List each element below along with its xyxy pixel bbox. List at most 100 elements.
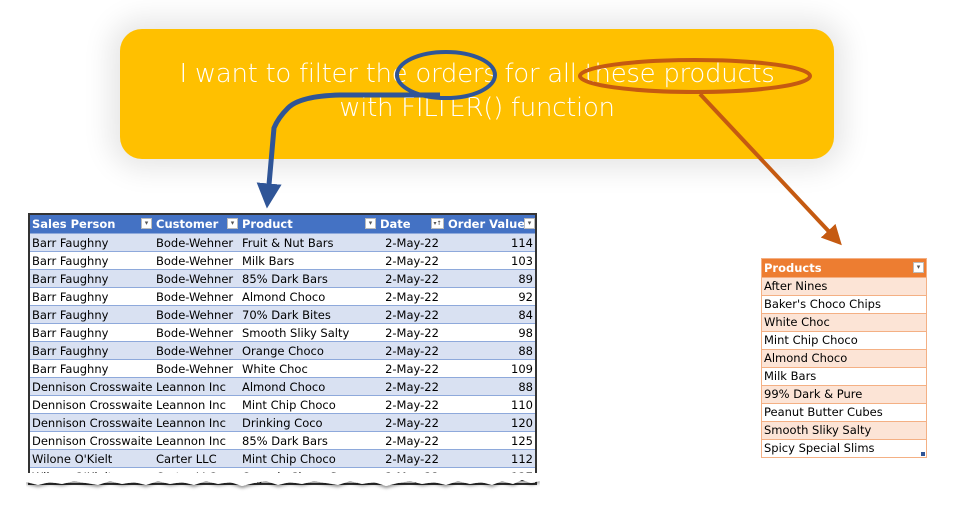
filter-dropdown-icon[interactable]: ▾ xyxy=(524,218,535,229)
cell-customer[interactable]: Bode-Wehner xyxy=(154,233,240,252)
cell-product[interactable]: 85% Dark Bars xyxy=(240,431,378,450)
cell-customer[interactable]: Bode-Wehner xyxy=(154,359,240,378)
table-row: Barr Faughny Bode-Wehner 85% Dark Bars 2-Ma… xyxy=(30,269,535,288)
cell-customer[interactable]: Bode-Wehner xyxy=(154,305,240,324)
cell-sales-person[interactable]: Dennison Crosswaite xyxy=(30,377,154,396)
table-row: Barr Faughny Bode-Wehner Milk Bars 2-May-22… xyxy=(30,251,535,270)
cell-order-value[interactable]: 88 xyxy=(446,377,535,396)
cell-product[interactable]: Almond Choco xyxy=(240,377,378,396)
column-header-product: Product ▾ xyxy=(240,215,378,234)
cell-order-value[interactable]: 112 xyxy=(446,449,535,468)
cell-order-value[interactable]: 120 xyxy=(446,413,535,432)
table-row: Dennison Crosswaite Leannon Inc 85% Dark B… xyxy=(30,431,535,450)
cell-product[interactable]: Fruit & Nut Bars xyxy=(240,233,378,252)
cell-date[interactable]: 2-May-22 xyxy=(378,287,446,306)
filter-dropdown-icon[interactable]: ▾ xyxy=(365,218,376,229)
list-item[interactable]: Baker's Choco Chips xyxy=(762,295,926,313)
cell-order-value[interactable]: 88 xyxy=(446,341,535,360)
list-item[interactable]: Peanut Butter Cubes xyxy=(762,403,926,421)
table-row: Barr Faughny Bode-Wehner White Choc 2-May-2… xyxy=(30,359,535,378)
list-item[interactable]: White Choc xyxy=(762,313,926,331)
cell-customer[interactable]: Carter LLC xyxy=(154,449,240,468)
cell-order-value[interactable]: 125 xyxy=(446,431,535,450)
cell-customer[interactable]: Leannon Inc xyxy=(154,413,240,432)
callout-line-2: with FILTER() function xyxy=(339,93,615,123)
cell-customer[interactable]: Bode-Wehner xyxy=(154,287,240,306)
cell-product[interactable]: Mint Chip Choco xyxy=(240,449,378,468)
cell-product[interactable]: Mint Chip Choco xyxy=(240,395,378,414)
filter-dropdown-icon[interactable]: ▾ xyxy=(227,218,238,229)
cell-product[interactable]: Smooth Sliky Salty xyxy=(240,323,378,342)
cell-order-value[interactable]: 98 xyxy=(446,323,535,342)
cell-sales-person[interactable]: Barr Faughny xyxy=(30,251,154,270)
filter-dropdown-icon[interactable]: ▾ xyxy=(141,218,152,229)
cell-sales-person[interactable]: Dennison Crosswaite xyxy=(30,395,154,414)
cell-date[interactable]: 2-May-22 xyxy=(378,431,446,450)
cell-date[interactable]: 2-May-22 xyxy=(378,449,446,468)
table-row: Barr Faughny Bode-Wehner 70% Dark Bites 2-M… xyxy=(30,305,535,324)
cell-order-value[interactable]: 109 xyxy=(446,359,535,378)
products-column-header: Products ▾ xyxy=(762,259,926,277)
cell-order-value[interactable]: 84 xyxy=(446,305,535,324)
cell-sales-person[interactable]: Barr Faughny xyxy=(30,323,154,342)
table-row: Wilone O'Kielt Carter LLC Mint Chip Choco 2… xyxy=(30,449,535,468)
cell-product[interactable]: Drinking Coco xyxy=(240,413,378,432)
callout-line-1: I want to filter the orders for all thes… xyxy=(179,59,775,89)
cell-order-value[interactable]: 114 xyxy=(446,233,535,252)
cell-customer[interactable]: Leannon Inc xyxy=(154,395,240,414)
cell-customer[interactable]: Leannon Inc xyxy=(154,431,240,450)
column-header-sales-person: Sales Person ▾ xyxy=(30,215,154,234)
cell-order-value[interactable]: 103 xyxy=(446,251,535,270)
cell-product[interactable]: 85% Dark Bars xyxy=(240,269,378,288)
products-table: Products ▾ After Nines Baker's Choco Chip… xyxy=(761,258,927,458)
cell-sales-person[interactable]: Barr Faughny xyxy=(30,287,154,306)
orders-table: Sales Person ▾ Customer ▾ Product ▾ Date… xyxy=(28,213,537,485)
table-row: Barr Faughny Bode-Wehner Fruit & Nut Bars 2… xyxy=(30,233,535,252)
cell-customer[interactable]: Leannon Inc xyxy=(154,377,240,396)
cell-order-value[interactable]: 92 xyxy=(446,287,535,306)
cell-product[interactable]: Orange Choco xyxy=(240,341,378,360)
cell-date[interactable]: 2-May-22 xyxy=(378,341,446,360)
cell-sales-person[interactable]: Barr Faughny xyxy=(30,269,154,288)
cell-date[interactable]: 2-May-22 xyxy=(378,251,446,270)
list-item[interactable]: After Nines xyxy=(762,277,926,295)
cell-date[interactable]: 2-May-22 xyxy=(378,305,446,324)
list-item[interactable]: Spicy Special Slims xyxy=(762,439,926,457)
cell-customer[interactable]: Bode-Wehner xyxy=(154,341,240,360)
cell-date[interactable]: 2-May-22 xyxy=(378,323,446,342)
table-resize-handle[interactable] xyxy=(921,452,925,456)
cell-sales-person[interactable]: Barr Faughny xyxy=(30,233,154,252)
cell-date[interactable]: 2-May-22 xyxy=(378,233,446,252)
sort-ascending-filter-icon[interactable]: ▾↑ xyxy=(431,218,444,229)
instruction-callout: I want to filter the orders for all thes… xyxy=(120,29,834,159)
cell-sales-person[interactable]: Dennison Crosswaite xyxy=(30,413,154,432)
cell-order-value[interactable]: 89 xyxy=(446,269,535,288)
cell-customer[interactable]: Bode-Wehner xyxy=(154,269,240,288)
filter-dropdown-icon[interactable]: ▾ xyxy=(913,262,924,273)
list-item[interactable]: Milk Bars xyxy=(762,367,926,385)
cell-customer[interactable]: Bode-Wehner xyxy=(154,323,240,342)
list-item[interactable]: 99% Dark & Pure xyxy=(762,385,926,403)
cell-sales-person[interactable]: Barr Faughny xyxy=(30,359,154,378)
list-item[interactable]: Mint Chip Choco xyxy=(762,331,926,349)
cell-sales-person[interactable]: Dennison Crosswaite xyxy=(30,431,154,450)
cell-product[interactable]: Milk Bars xyxy=(240,251,378,270)
cell-date[interactable]: 2-May-22 xyxy=(378,395,446,414)
list-item[interactable]: Almond Choco xyxy=(762,349,926,367)
cell-product[interactable]: Almond Choco xyxy=(240,287,378,306)
cell-sales-person[interactable]: Barr Faughny xyxy=(30,341,154,360)
cell-sales-person[interactable]: Wilone O'Kielt xyxy=(30,449,154,468)
cell-date[interactable]: 2-May-22 xyxy=(378,377,446,396)
cell-sales-person[interactable]: Barr Faughny xyxy=(30,305,154,324)
list-item[interactable]: Smooth Sliky Salty xyxy=(762,421,926,439)
column-header-order-value: Order Value ▾ xyxy=(446,215,535,234)
cell-date[interactable]: 2-May-22 xyxy=(378,269,446,288)
cell-date[interactable]: 2-May-22 xyxy=(378,413,446,432)
table-row: Dennison Crosswaite Leannon Inc Drinking C… xyxy=(30,413,535,432)
cell-date[interactable]: 2-May-22 xyxy=(378,359,446,378)
cell-customer[interactable]: Bode-Wehner xyxy=(154,251,240,270)
cell-product[interactable]: White Choc xyxy=(240,359,378,378)
torn-edge-decoration xyxy=(26,473,540,486)
cell-product[interactable]: 70% Dark Bites xyxy=(240,305,378,324)
cell-order-value[interactable]: 110 xyxy=(446,395,535,414)
